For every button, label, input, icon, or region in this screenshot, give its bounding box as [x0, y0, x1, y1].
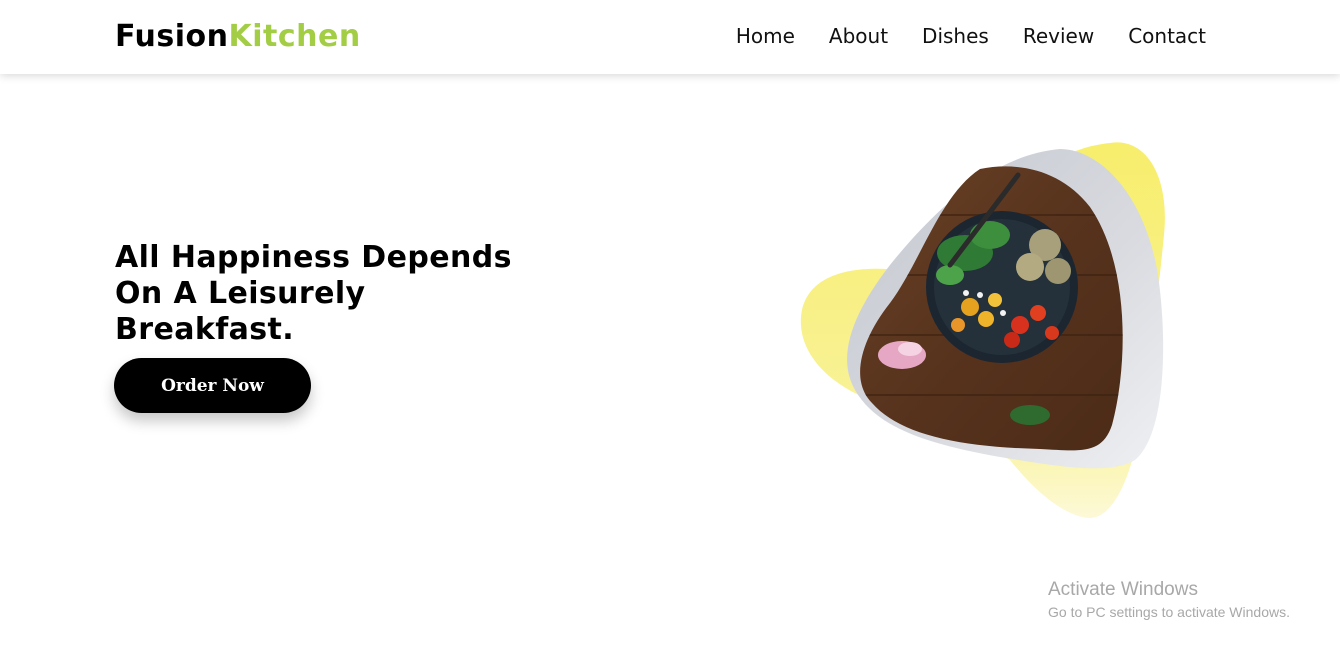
nav-item-dishes[interactable]: Dishes: [922, 22, 989, 50]
activate-windows-watermark: Activate Windows Go to PC settings to ac…: [1048, 578, 1290, 622]
nav-item-home[interactable]: Home: [736, 22, 795, 50]
main-nav: Home About Dishes Review Contact: [736, 22, 1206, 50]
order-now-button[interactable]: Order Now: [114, 358, 311, 413]
hero-title: All Happiness Depends On A Leisurely Bre…: [115, 240, 512, 347]
site-header: FusionKitchen Home About Dishes Review C…: [0, 0, 1340, 74]
watermark-title: Activate Windows: [1048, 579, 1198, 600]
nav-item-contact[interactable]: Contact: [1128, 22, 1206, 50]
watermark-subtitle: Go to PC settings to activate Windows.: [1048, 604, 1290, 620]
brand-name-accent: Kitchen: [228, 19, 361, 54]
nav-item-about[interactable]: About: [829, 22, 888, 50]
hero-food-image: [800, 142, 1165, 519]
nav-item-review[interactable]: Review: [1023, 22, 1094, 50]
brand-name-primary: Fusion: [115, 19, 229, 54]
brand-logo[interactable]: FusionKitchen: [115, 18, 361, 56]
